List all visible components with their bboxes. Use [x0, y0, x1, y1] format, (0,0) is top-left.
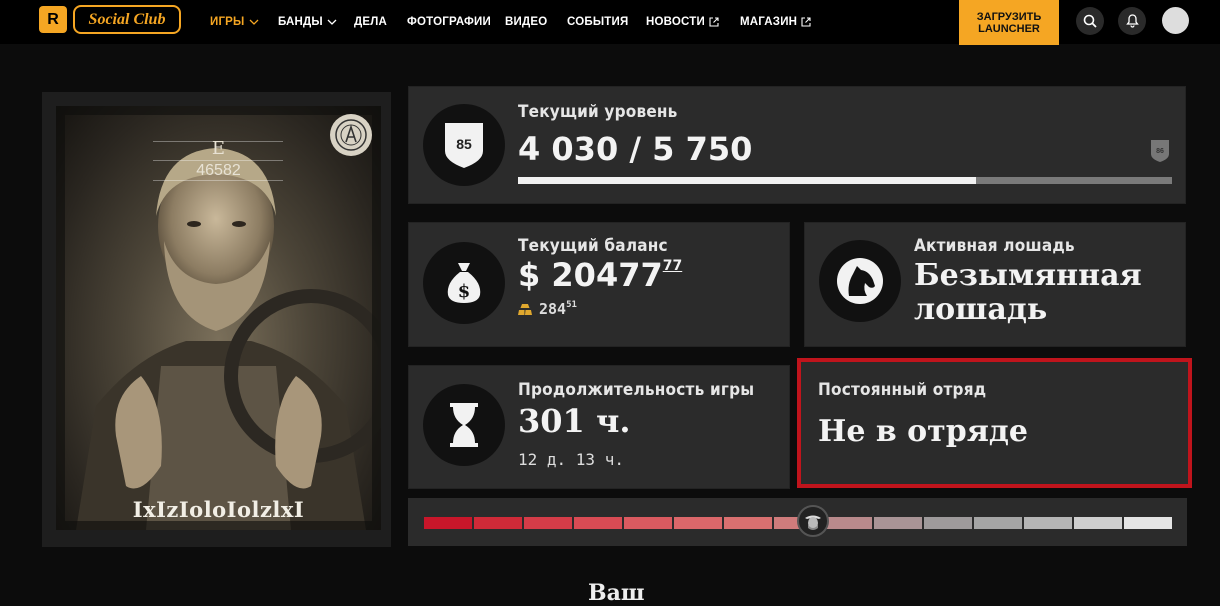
- nav-news-label: НОВОСТИ: [646, 16, 705, 28]
- nav-photos-label: ФОТОГРАФИИ: [407, 16, 491, 28]
- user-avatar[interactable]: [1162, 7, 1189, 34]
- nav-news[interactable]: НОВОСТИ: [646, 0, 719, 44]
- honor-segment: [1074, 517, 1122, 529]
- level-xp-value: 4 030 / 5 750: [518, 130, 753, 168]
- hourglass-icon: [450, 403, 478, 447]
- honor-segment: [524, 517, 572, 529]
- search-icon: [1083, 14, 1097, 28]
- social-club-logo-text: Social Club: [88, 10, 166, 28]
- nav-photos[interactable]: ФОТОГРАФИИ: [407, 0, 491, 44]
- gold-bars-icon: [518, 303, 532, 316]
- launcher-line-2: LAUNCHER: [978, 22, 1040, 35]
- horse-head-icon: [837, 258, 883, 304]
- xp-progress-fill: [518, 177, 977, 184]
- nav-videos[interactable]: ВИДЕО: [505, 0, 547, 44]
- xp-progress-bar: [518, 177, 1172, 184]
- search-button[interactable]: [1076, 7, 1104, 35]
- honor-segment: [874, 517, 922, 529]
- cash-balance: $ 2047777: [518, 256, 682, 294]
- nav-crews[interactable]: БАНДЫ: [278, 0, 337, 44]
- playtime-label: Продолжительность игры: [518, 380, 755, 400]
- divider: [153, 160, 283, 161]
- character-id: 46582: [196, 162, 241, 179]
- external-link-icon: [709, 17, 719, 27]
- cash-cents: 77: [662, 258, 683, 274]
- level-badge-number: 85: [456, 136, 472, 152]
- character-grade: E: [211, 138, 226, 159]
- social-club-logo[interactable]: Social Club: [73, 5, 181, 34]
- honor-segment: [1024, 517, 1072, 529]
- honor-segment: [474, 517, 522, 529]
- horse-icon-circle: [819, 240, 901, 322]
- gold-whole: 284: [539, 300, 567, 318]
- posse-status: Не в отряде: [818, 414, 1028, 449]
- money-bag-icon: $: [447, 263, 481, 303]
- rockstar-logo-letter: R: [47, 10, 59, 28]
- playtime-icon-circle: [423, 384, 505, 466]
- notifications-button[interactable]: [1118, 7, 1146, 35]
- chevron-down-icon: [327, 19, 337, 25]
- external-link-icon: [801, 17, 811, 27]
- nav-jobs[interactable]: ДЕЛА: [354, 0, 387, 44]
- nav-events-label: СОБЫТИЯ: [567, 16, 629, 28]
- download-launcher-button[interactable]: ЗАГРУЗИТЬ LAUNCHER: [959, 0, 1059, 45]
- divider: [153, 180, 283, 181]
- bell-icon: [1125, 14, 1139, 28]
- honor-segment: [974, 517, 1022, 529]
- cash-dollars: $ 20477: [518, 256, 663, 294]
- honor-segment: [924, 517, 972, 529]
- honor-segment: [674, 517, 722, 529]
- playtime-hours: 301 ч.: [518, 402, 631, 440]
- honor-segment: [424, 517, 472, 529]
- level-label: Текущий уровень: [518, 102, 678, 122]
- nav-store-label: МАГАЗИН: [740, 16, 798, 28]
- shield-icon: 85: [445, 123, 483, 168]
- nav-store[interactable]: МАГАЗИН: [740, 0, 811, 44]
- honor-segment: [574, 517, 622, 529]
- horse-name-line-2: лошадь: [914, 292, 1048, 327]
- honor-segment: [624, 517, 672, 529]
- nav-crews-label: БАНДЫ: [278, 16, 323, 28]
- nav-games[interactable]: ИГРЫ: [210, 0, 259, 44]
- posse-label: Постоянный отряд: [818, 380, 987, 400]
- nav-events[interactable]: СОБЫТИЯ: [567, 0, 628, 44]
- level-icon-circle: 85: [423, 104, 505, 186]
- honor-segment: [824, 517, 872, 529]
- next-level-number: 86: [1156, 148, 1164, 155]
- balance-icon-circle: $: [423, 242, 505, 324]
- rockstar-logo[interactable]: R: [39, 6, 67, 33]
- section-title: Ваш: [588, 580, 645, 606]
- nav-jobs-label: ДЕЛА: [354, 16, 388, 28]
- playtime-detail: 12 д. 13 ч.: [518, 450, 624, 469]
- horse-label: Активная лошадь: [914, 236, 1075, 256]
- gold-balance: 28451: [539, 300, 577, 318]
- honor-segment: [1124, 517, 1172, 529]
- launcher-line-1: ЗАГРУЗИТЬ: [976, 10, 1042, 23]
- nav-videos-label: ВИДЕО: [505, 16, 548, 28]
- next-level-shield-icon: 86: [1151, 140, 1169, 162]
- nav-games-label: ИГРЫ: [210, 16, 245, 28]
- honor-segment: [724, 517, 772, 529]
- outlaw-face-icon: [804, 515, 821, 530]
- balance-label: Текущий баланс: [518, 236, 668, 256]
- chevron-down-icon: [249, 19, 258, 25]
- horse-name-line-1: Безымянная: [914, 258, 1142, 293]
- gold-fraction: 51: [566, 300, 577, 310]
- svg-text:$: $: [458, 281, 471, 302]
- honor-marker: [796, 505, 829, 537]
- player-name: IxIzIoloIolzlxI: [132, 497, 305, 522]
